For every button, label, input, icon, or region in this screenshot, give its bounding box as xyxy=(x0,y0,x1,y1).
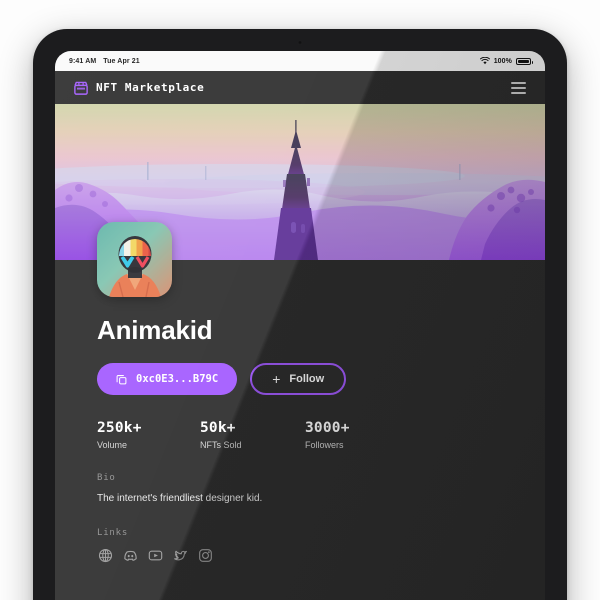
app-header: NFT Marketplace xyxy=(55,71,545,104)
bio-text: The internet's friendliest designer kid. xyxy=(97,493,263,504)
hamburger-menu-icon[interactable] xyxy=(511,81,526,94)
stat-value: 3000+ xyxy=(305,420,350,436)
wifi-icon xyxy=(479,57,490,65)
screenshot-root: 9:41 AM Tue Apr 21 100% NFT Marketplace … xyxy=(0,0,600,600)
status-time: 9:41 AM xyxy=(69,57,97,65)
stat-volume: 250k+ Volume xyxy=(97,420,200,450)
link-discord[interactable] xyxy=(122,547,138,563)
bio-heading: Bio xyxy=(97,473,116,483)
battery-icon xyxy=(516,57,533,65)
avatar[interactable] xyxy=(97,222,172,297)
links-section: Links xyxy=(97,528,503,563)
profile-section: Animakid 0xc0E3...B79C + Follow 250k+ Vo… xyxy=(55,222,545,600)
tablet-device-frame: 9:41 AM Tue Apr 21 100% NFT Marketplace … xyxy=(33,29,567,600)
stat-followers: 3000+ Followers xyxy=(305,420,408,450)
link-youtube[interactable] xyxy=(147,547,163,563)
stat-label: Followers xyxy=(305,440,344,450)
stat-value: 50k+ xyxy=(200,420,236,436)
stat-label: NFTs Sold xyxy=(200,440,242,450)
youtube-icon xyxy=(148,550,162,560)
globe-icon xyxy=(98,548,112,562)
status-bar-left: 9:41 AM Tue Apr 21 xyxy=(69,58,140,65)
tablet-screen: 9:41 AM Tue Apr 21 100% NFT Marketplace … xyxy=(55,51,545,600)
storefront-icon xyxy=(74,81,88,95)
instagram-icon xyxy=(198,548,212,562)
links-heading: Links xyxy=(97,528,129,538)
avatar-artwork xyxy=(97,222,172,297)
status-bar-right: 100% xyxy=(479,57,533,65)
battery-percent-label: 100% xyxy=(493,57,512,65)
twitter-icon xyxy=(173,550,187,560)
follow-button[interactable]: + Follow xyxy=(250,363,347,395)
stat-value: 250k+ xyxy=(97,420,142,436)
plus-icon: + xyxy=(272,371,281,387)
follow-button-label: Follow xyxy=(289,373,325,385)
ios-status-bar: 9:41 AM Tue Apr 21 100% xyxy=(55,51,545,71)
copy-icon xyxy=(116,374,127,384)
brand[interactable]: NFT Marketplace xyxy=(74,81,204,95)
stat-label: Volume xyxy=(97,440,128,450)
link-twitter[interactable] xyxy=(172,547,188,563)
bio-section: Bio The internet's friendliest designer … xyxy=(97,473,503,504)
front-camera-icon xyxy=(297,40,303,45)
copy-wallet-address-button[interactable]: 0xc0E3...B79C xyxy=(97,363,238,395)
wallet-address-label: 0xc0E3...B79C xyxy=(136,373,219,385)
link-website[interactable] xyxy=(97,547,113,563)
profile-actions: 0xc0E3...B79C + Follow xyxy=(97,363,503,395)
app-title: NFT Marketplace xyxy=(96,81,205,94)
status-date: Tue Apr 21 xyxy=(103,57,140,65)
discord-icon xyxy=(123,550,137,561)
profile-stats: 250k+ Volume 50k+ NFTs Sold 3000+ Follow… xyxy=(97,420,503,450)
stat-nfts-sold: 50k+ NFTs Sold xyxy=(200,420,305,450)
links-row xyxy=(97,547,503,563)
link-instagram[interactable] xyxy=(197,547,213,563)
